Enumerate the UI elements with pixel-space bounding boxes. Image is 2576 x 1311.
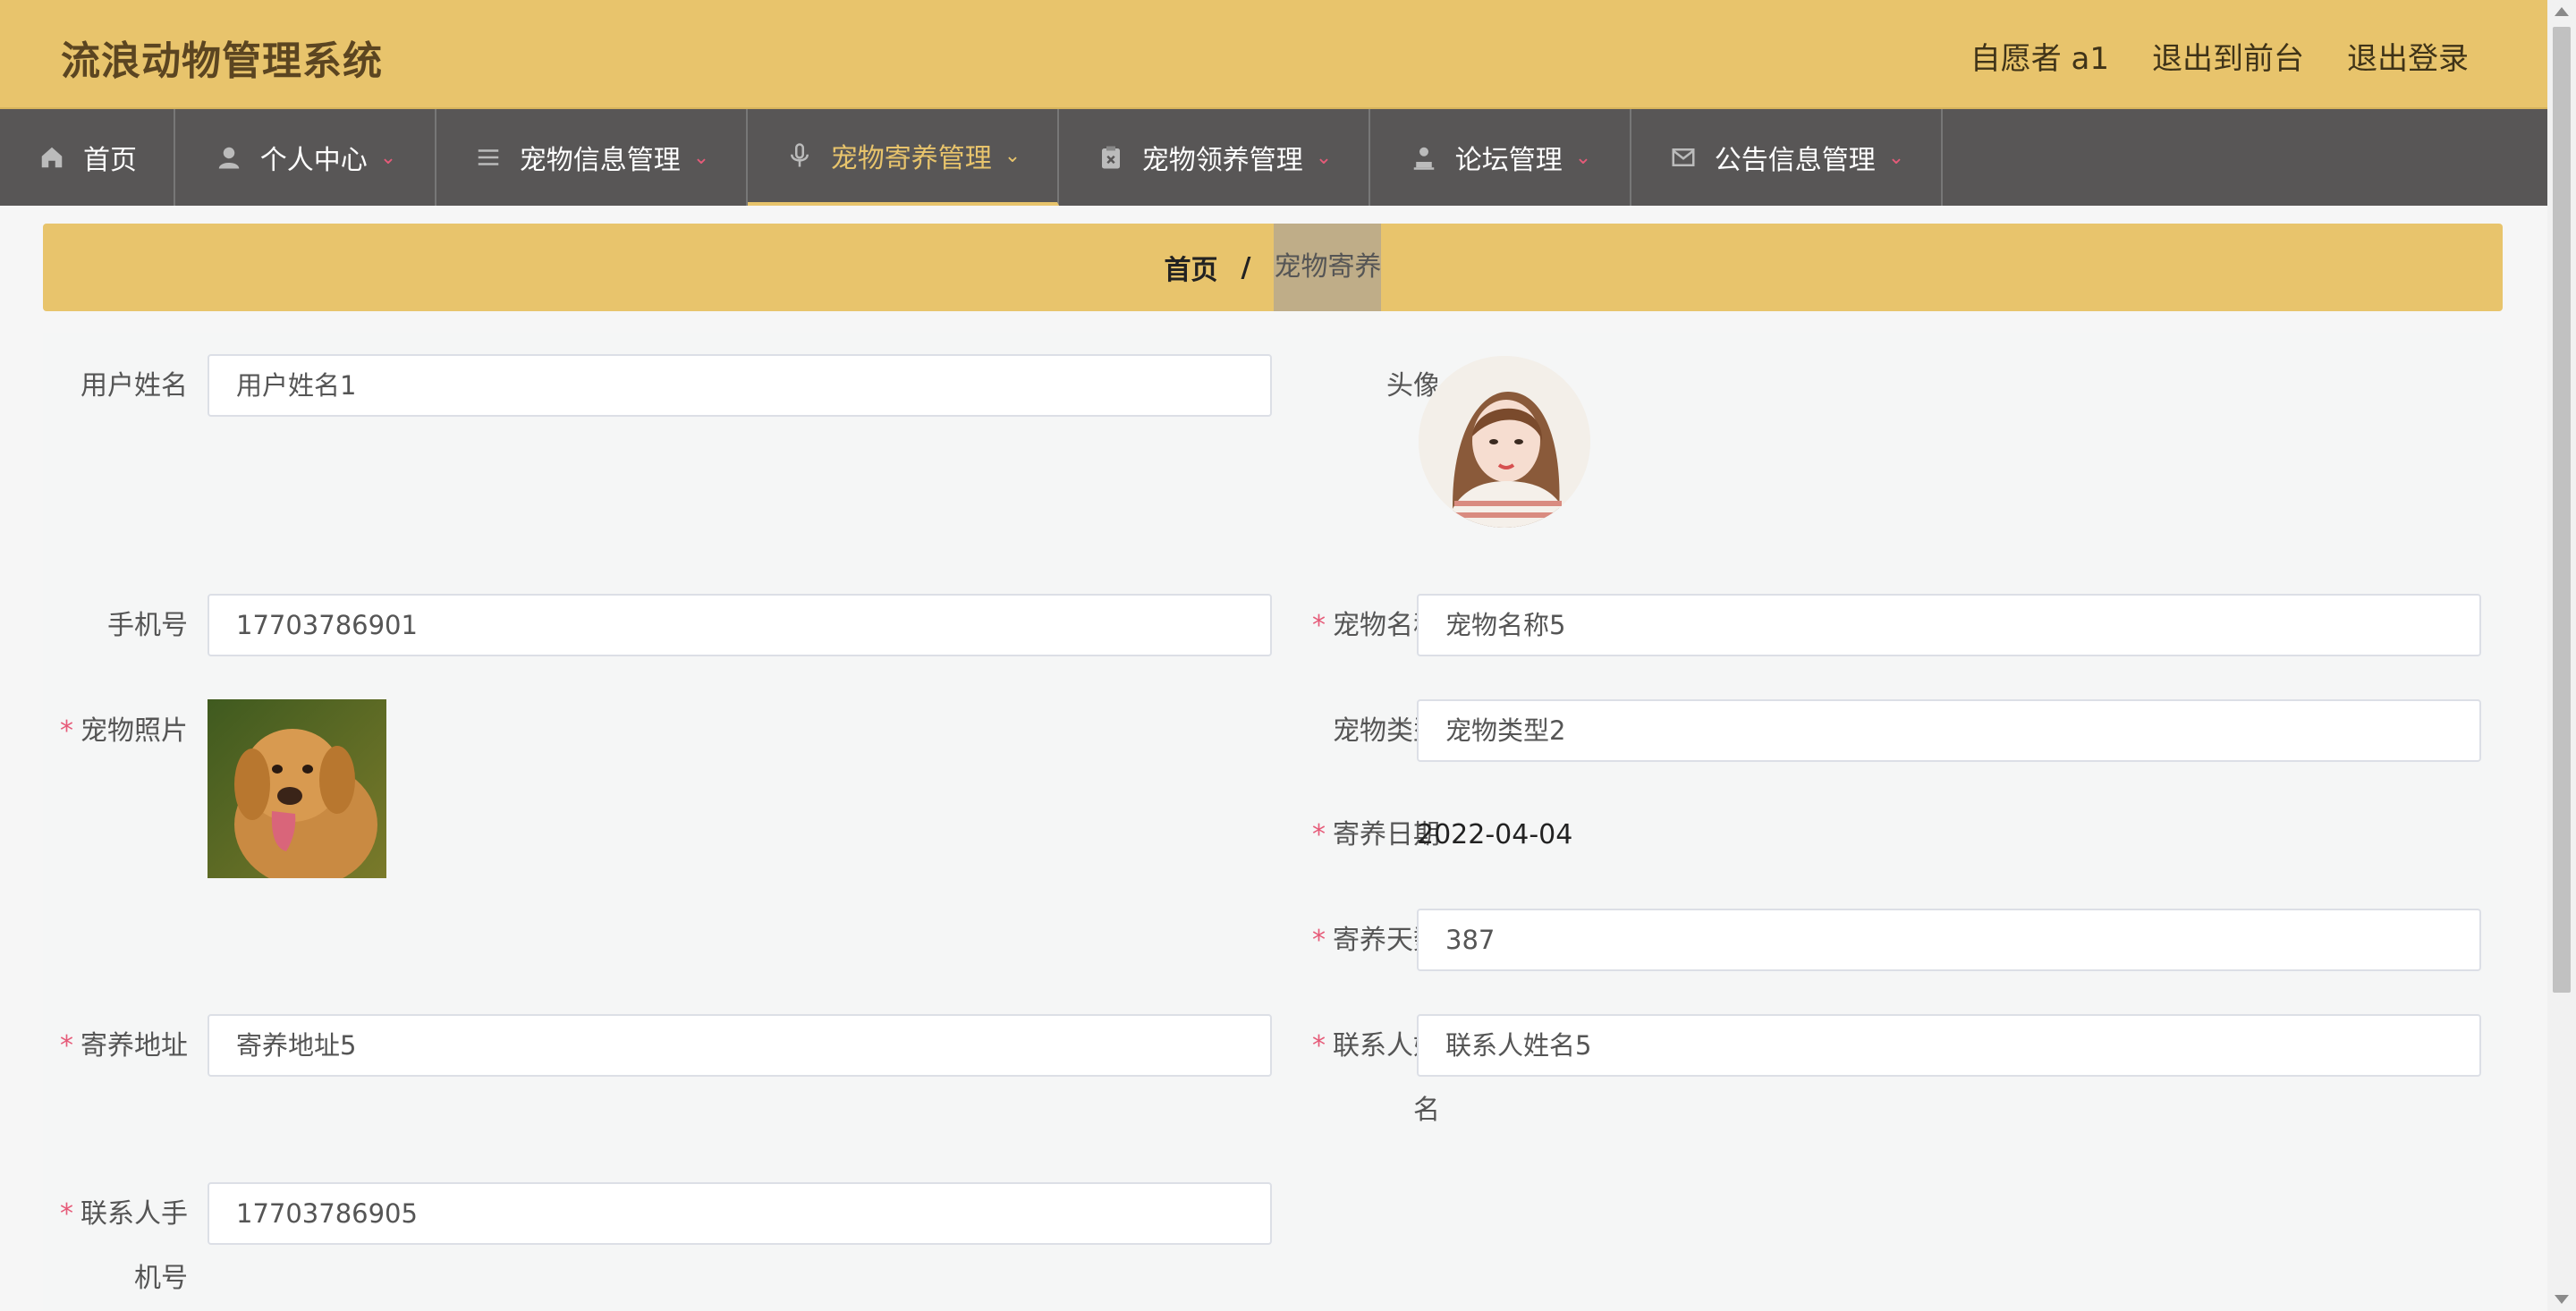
person-icon — [1409, 142, 1439, 173]
list-icon — [473, 142, 504, 173]
logout-link[interactable]: 退出登录 — [2347, 34, 2469, 78]
top-header: 流浪动物管理系统 自愿者 a1 退出到前台 退出登录 — [0, 0, 2547, 109]
nav-item-personal-center[interactable]: 个人中心 ⌄ — [175, 109, 436, 206]
contact-name-field[interactable]: 联系人姓名5 — [1417, 1014, 2481, 1077]
pet-type-field[interactable]: 宠物类型2 — [1417, 699, 2481, 762]
username-label: 用户姓名 — [80, 370, 188, 402]
foster-address-field[interactable]: 寄养地址5 — [208, 1014, 1272, 1077]
nav-item-pet-foster[interactable]: 宠物寄养管理 ⌄ — [748, 109, 1059, 206]
nav-item-announcements[interactable]: 公告信息管理 ⌄ — [1631, 109, 1943, 206]
foster-date-value[interactable]: 2022-04-04 — [1417, 803, 1572, 867]
main-nav: 首页 个人中心 ⌄ 宠物信息管理 ⌄ 宠物寄养管理 ⌄ 宠物领养管理 ⌄ 论坛管… — [0, 109, 2547, 206]
chevron-down-icon: ⌄ — [1004, 144, 1021, 167]
chevron-down-icon: ⌄ — [1574, 146, 1592, 169]
breadcrumb-separator: / — [1241, 251, 1251, 283]
scroll-down-arrow-icon[interactable] — [2555, 1295, 2569, 1304]
phone-field[interactable]: 17703786901 — [208, 594, 1272, 656]
username-field[interactable]: 用户姓名1 — [208, 354, 1272, 417]
nav-item-label: 个人中心 — [259, 145, 368, 176]
to-frontend-link[interactable]: 退出到前台 — [2152, 34, 2304, 78]
nav-item-forum[interactable]: 论坛管理 ⌄ — [1370, 109, 1631, 206]
nav-item-label: 首页 — [83, 145, 137, 176]
nav-item-label: 公告信息管理 — [1714, 145, 1876, 176]
nav-item-pet-info[interactable]: 宠物信息管理 ⌄ — [436, 109, 748, 206]
pet-photo-label: * 宠物照片 — [60, 715, 188, 747]
chevron-down-icon: ⌄ — [1887, 146, 1905, 169]
foster-days-field[interactable]: 387 — [1417, 909, 2481, 971]
pet-photo-image — [208, 699, 386, 878]
clipboard-icon — [1096, 142, 1126, 173]
app-title: 流浪动物管理系统 — [61, 38, 383, 84]
avatar-image — [1419, 356, 1590, 528]
contact-phone-field[interactable]: 17703786905 — [208, 1182, 1272, 1245]
scrollbar-thumb[interactable] — [2553, 27, 2571, 993]
breadcrumb: 首页 / 宠物寄养 — [43, 224, 2503, 311]
mail-icon — [1668, 142, 1699, 173]
contact-name-label: * 联系人姓 名 — [1312, 1030, 1440, 1126]
pet-name-field[interactable]: 宠物名称5 — [1417, 594, 2481, 656]
chevron-down-icon: ⌄ — [379, 146, 397, 169]
nav-item-home[interactable]: 首页 — [0, 109, 175, 206]
breadcrumb-current: 宠物寄养 — [1274, 224, 1382, 311]
pet-type-label: 宠物类型 — [1333, 715, 1440, 747]
phone-label: 手机号 — [107, 610, 188, 641]
nav-item-label: 论坛管理 — [1454, 145, 1563, 176]
nav-item-label: 宠物寄养管理 — [830, 143, 992, 174]
breadcrumb-home[interactable]: 首页 — [1165, 248, 1218, 287]
foster-days-label: * 寄养天数 — [1312, 925, 1440, 956]
chevron-down-icon: ⌄ — [692, 146, 710, 169]
pet-name-label: * 宠物名称 — [1312, 610, 1440, 641]
nav-item-label: 宠物领养管理 — [1141, 145, 1303, 176]
foster-address-label: * 寄养地址 — [60, 1030, 188, 1061]
scroll-up-arrow-icon[interactable] — [2555, 7, 2569, 16]
foster-detail-form: 用户姓名 用户姓名1 头像 手机号 17703786901 * 宠物名称 宠物名称… — [43, 333, 2503, 1311]
foster-date-label: * 寄养日期 — [1312, 819, 1440, 850]
contact-phone-label: * 联系人手 机号 — [60, 1198, 188, 1294]
user-label[interactable]: 自愿者 a1 — [1970, 34, 2109, 78]
microphone-icon — [784, 140, 815, 171]
nav-item-label: 宠物信息管理 — [519, 145, 681, 176]
home-icon — [37, 142, 67, 173]
user-icon — [214, 142, 244, 173]
nav-item-pet-adoption[interactable]: 宠物领养管理 ⌄ — [1059, 109, 1370, 206]
chevron-down-icon: ⌄ — [1315, 146, 1333, 169]
vertical-scrollbar[interactable] — [2547, 0, 2576, 1311]
avatar-label: 头像 — [1386, 370, 1440, 402]
header-actions: 自愿者 a1 退出到前台 退出登录 — [1970, 34, 2469, 78]
